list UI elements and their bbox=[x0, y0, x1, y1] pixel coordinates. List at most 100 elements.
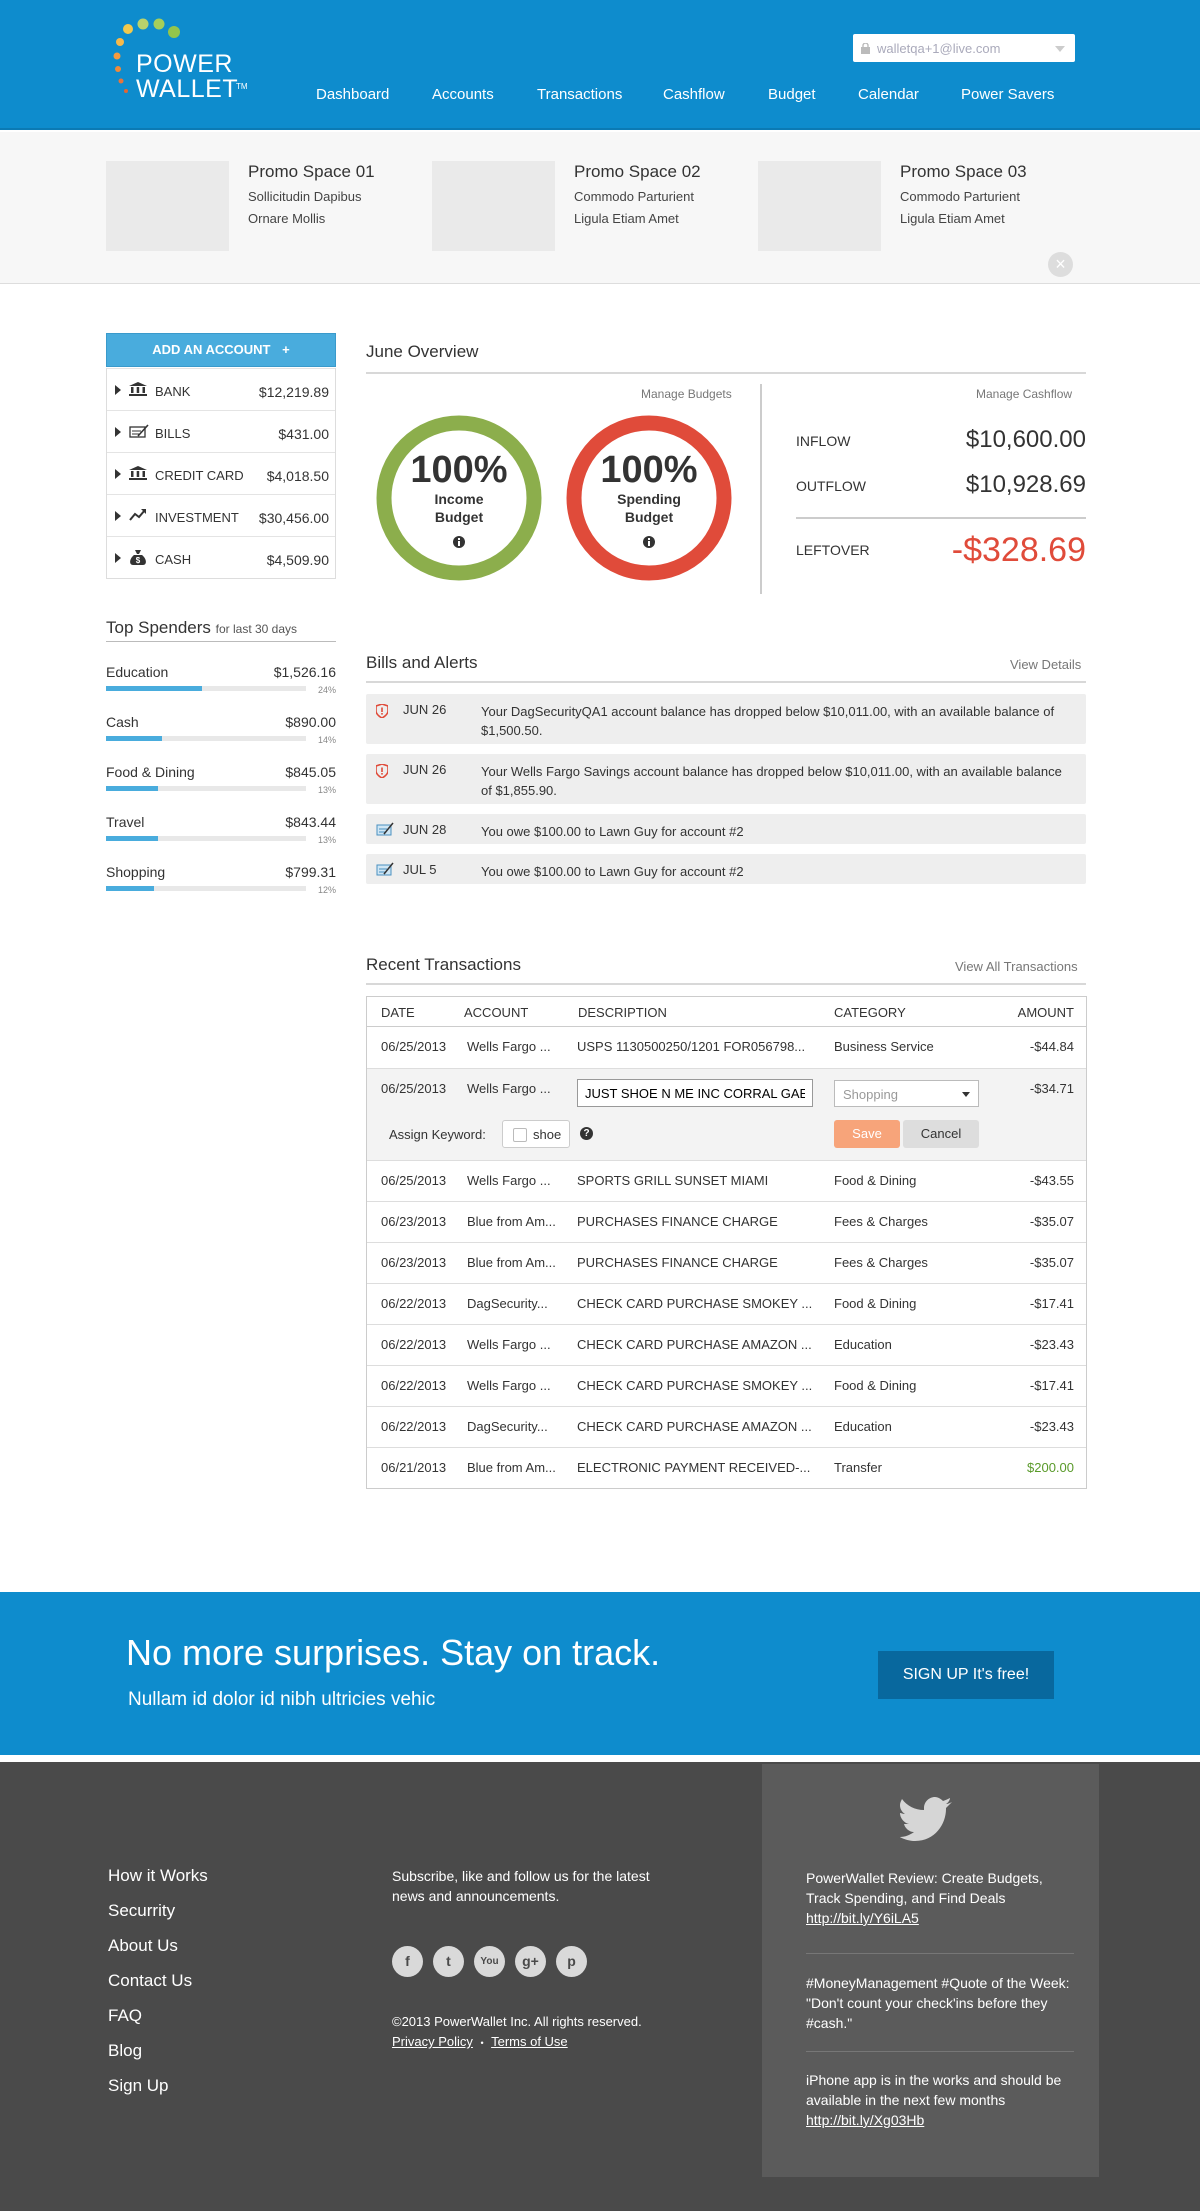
plus-icon: + bbox=[282, 342, 290, 357]
info-icon[interactable] bbox=[643, 536, 655, 548]
account-name: CREDIT CARD bbox=[155, 468, 244, 483]
promo-title-2[interactable]: Promo Space 02 bbox=[574, 162, 701, 182]
alert-item[interactable]: JUN 26 Your DagSecurityQA1 account balan… bbox=[366, 694, 1086, 744]
promo-image-3[interactable] bbox=[758, 161, 881, 251]
add-account-button[interactable]: ADD AN ACCOUNT + bbox=[106, 333, 336, 367]
footer-link-blog[interactable]: Blog bbox=[108, 2041, 142, 2061]
pinterest-icon[interactable]: p bbox=[556, 1946, 587, 1977]
power-wallet-logo[interactable]: POWER WALLET TM bbox=[112, 18, 248, 114]
nav-calendar[interactable]: Calendar bbox=[858, 86, 919, 103]
user-account-select[interactable]: walletqa+1@live.com bbox=[853, 34, 1075, 62]
table-row[interactable]: 06/22/2013 DagSecurity... CHECK CARD PURCH… bbox=[367, 1406, 1086, 1447]
nav-cashflow[interactable]: Cashflow bbox=[663, 86, 725, 103]
view-details-link[interactable]: View Details bbox=[1010, 657, 1081, 672]
spending-ring-text: 100% Spending Budget bbox=[565, 450, 733, 526]
view-all-transactions-link[interactable]: View All Transactions bbox=[955, 959, 1078, 974]
tx-account: DagSecurity... bbox=[467, 1296, 548, 1311]
account-row-cash[interactable]: $ CASH $4,509.90 bbox=[107, 536, 335, 578]
footer-link-security[interactable]: Securrity bbox=[108, 1901, 175, 1921]
account-row-investment[interactable]: INVESTMENT $30,456.00 bbox=[107, 494, 335, 536]
footer-link-about-us[interactable]: About Us bbox=[108, 1936, 178, 1956]
account-row-bank[interactable]: BANK $12,219.89 bbox=[107, 368, 335, 410]
divider bbox=[806, 2051, 1074, 2052]
cancel-button[interactable]: Cancel bbox=[903, 1120, 979, 1148]
account-name: BILLS bbox=[155, 426, 191, 441]
column-date[interactable]: DATE bbox=[381, 1005, 415, 1020]
tx-description: CHECK CARD PURCHASE SMOKEY ... bbox=[577, 1378, 813, 1393]
tweet-link[interactable]: http://bit.ly/Xg03Hb bbox=[806, 2112, 924, 2128]
leftover-value: -$328.69 bbox=[951, 531, 1086, 569]
bills-icon bbox=[129, 424, 149, 438]
terms-of-use-link[interactable]: Terms of Use bbox=[491, 2034, 568, 2049]
save-button[interactable]: Save bbox=[834, 1120, 900, 1148]
alert-item[interactable]: JUN 26 Your Wells Fargo Savings account … bbox=[366, 754, 1086, 804]
nav-budget[interactable]: Budget bbox=[768, 86, 816, 103]
footer-link-contact-us[interactable]: Contact Us bbox=[108, 1971, 192, 1991]
expand-arrow-icon bbox=[115, 427, 121, 437]
tx-date: 06/22/2013 bbox=[381, 1337, 447, 1352]
nav-power-savers[interactable]: Power Savers bbox=[961, 86, 1054, 103]
income-budget-gauge[interactable]: 100% Income Budget bbox=[375, 414, 543, 582]
table-row[interactable]: 06/25/2013 Wells Fargo ... SPORTS GRILL SU… bbox=[367, 1160, 1086, 1201]
facebook-icon[interactable]: f bbox=[392, 1946, 423, 1977]
tx-amount: -$17.41 bbox=[1029, 1296, 1074, 1311]
twitter-icon[interactable]: t bbox=[433, 1946, 464, 1977]
promo-title-1[interactable]: Promo Space 01 bbox=[248, 162, 375, 182]
tx-description: CHECK CARD PURCHASE AMAZON ... bbox=[577, 1337, 812, 1352]
account-row-bills[interactable]: BILLS $431.00 bbox=[107, 410, 335, 452]
promo-title-3[interactable]: Promo Space 03 bbox=[900, 162, 1027, 182]
column-category[interactable]: CATEGORY bbox=[834, 1005, 906, 1020]
table-row[interactable]: 06/23/2013 Blue from Am... PURCHASES FINAN… bbox=[367, 1201, 1086, 1242]
logo-line-2: WALLET bbox=[136, 75, 239, 103]
table-row[interactable]: 06/23/2013 Blue from Am... PURCHASES FINAN… bbox=[367, 1242, 1086, 1283]
privacy-policy-link[interactable]: Privacy Policy bbox=[392, 2034, 473, 2049]
alert-item[interactable]: JUL 5 You owe $100.00 to Lawn Guy for ac… bbox=[366, 854, 1086, 884]
info-icon[interactable] bbox=[453, 536, 465, 548]
nav-transactions[interactable]: Transactions bbox=[537, 86, 622, 103]
spender-amount: $1,526.16 bbox=[273, 664, 336, 680]
column-amount[interactable]: AMOUNT bbox=[1018, 1005, 1074, 1020]
tx-date: 06/22/2013 bbox=[381, 1378, 447, 1393]
spending-budget-gauge[interactable]: 100% Spending Budget bbox=[565, 414, 733, 582]
footer-link-sign-up[interactable]: Sign Up bbox=[108, 2076, 168, 2096]
table-row[interactable]: 06/25/2013 Wells Fargo ... USPS 11305002… bbox=[367, 1027, 1086, 1068]
table-row[interactable]: 06/22/2013 Wells Fargo ... CHECK CARD PURC… bbox=[367, 1365, 1086, 1406]
transactions-title: Recent Transactions bbox=[366, 955, 521, 974]
account-row-credit-card[interactable]: CREDIT CARD $4,018.50 bbox=[107, 452, 335, 494]
footer-link-how-it-works[interactable]: How it Works bbox=[108, 1866, 208, 1886]
help-icon[interactable]: ? bbox=[580, 1127, 593, 1140]
promo-image-2[interactable] bbox=[432, 161, 555, 251]
sign-up-button[interactable]: SIGN UP It's free! bbox=[878, 1651, 1054, 1699]
spender-bar bbox=[106, 686, 306, 691]
table-row[interactable]: 06/21/2013 Blue from Am... ELECTRONIC PAYM… bbox=[367, 1447, 1086, 1488]
spender-bar bbox=[106, 836, 306, 841]
column-account[interactable]: ACCOUNT bbox=[464, 1005, 528, 1020]
category-select[interactable]: Shopping bbox=[834, 1080, 979, 1107]
description-input[interactable] bbox=[577, 1079, 813, 1107]
tweet-1: PowerWallet Review: Create Budgets, Trac… bbox=[806, 1868, 1076, 1928]
tweet-link[interactable]: http://bit.ly/Y6iLA5 bbox=[806, 1910, 919, 1926]
tx-amount: -$34.71 bbox=[1029, 1081, 1074, 1096]
column-description[interactable]: DESCRIPTION bbox=[578, 1005, 667, 1020]
table-row[interactable]: 06/22/2013 DagSecurity... CHECK CARD PURCH… bbox=[367, 1283, 1086, 1324]
keyword-checkbox[interactable] bbox=[513, 1128, 527, 1142]
nav-accounts[interactable]: Accounts bbox=[432, 86, 494, 103]
googleplus-icon[interactable]: g+ bbox=[515, 1946, 546, 1977]
nav-dashboard[interactable]: Dashboard bbox=[316, 86, 389, 103]
account-name: INVESTMENT bbox=[155, 510, 239, 525]
promo-image-1[interactable] bbox=[106, 161, 229, 251]
spending-label-1: Spending bbox=[617, 491, 681, 507]
promo-close-button[interactable]: × bbox=[1048, 252, 1073, 277]
footer-link-faq[interactable]: FAQ bbox=[108, 2006, 142, 2026]
tx-amount: -$44.84 bbox=[1029, 1039, 1074, 1054]
manage-budgets-link[interactable]: Manage Budgets bbox=[641, 387, 732, 401]
table-row[interactable]: 06/22/2013 Wells Fargo ... CHECK CARD PURC… bbox=[367, 1324, 1086, 1365]
tx-date: 06/22/2013 bbox=[381, 1419, 447, 1434]
manage-cashflow-link[interactable]: Manage Cashflow bbox=[976, 387, 1072, 401]
tx-account: Wells Fargo ... bbox=[467, 1081, 551, 1096]
spender-name: Education bbox=[106, 664, 169, 680]
alert-item[interactable]: JUN 28 You owe $100.00 to Lawn Guy for a… bbox=[366, 814, 1086, 844]
youtube-icon[interactable]: You bbox=[474, 1946, 505, 1977]
sign-up-label: SIGN UP bbox=[902, 1666, 969, 1683]
keyword-tag[interactable]: shoe bbox=[502, 1120, 570, 1148]
